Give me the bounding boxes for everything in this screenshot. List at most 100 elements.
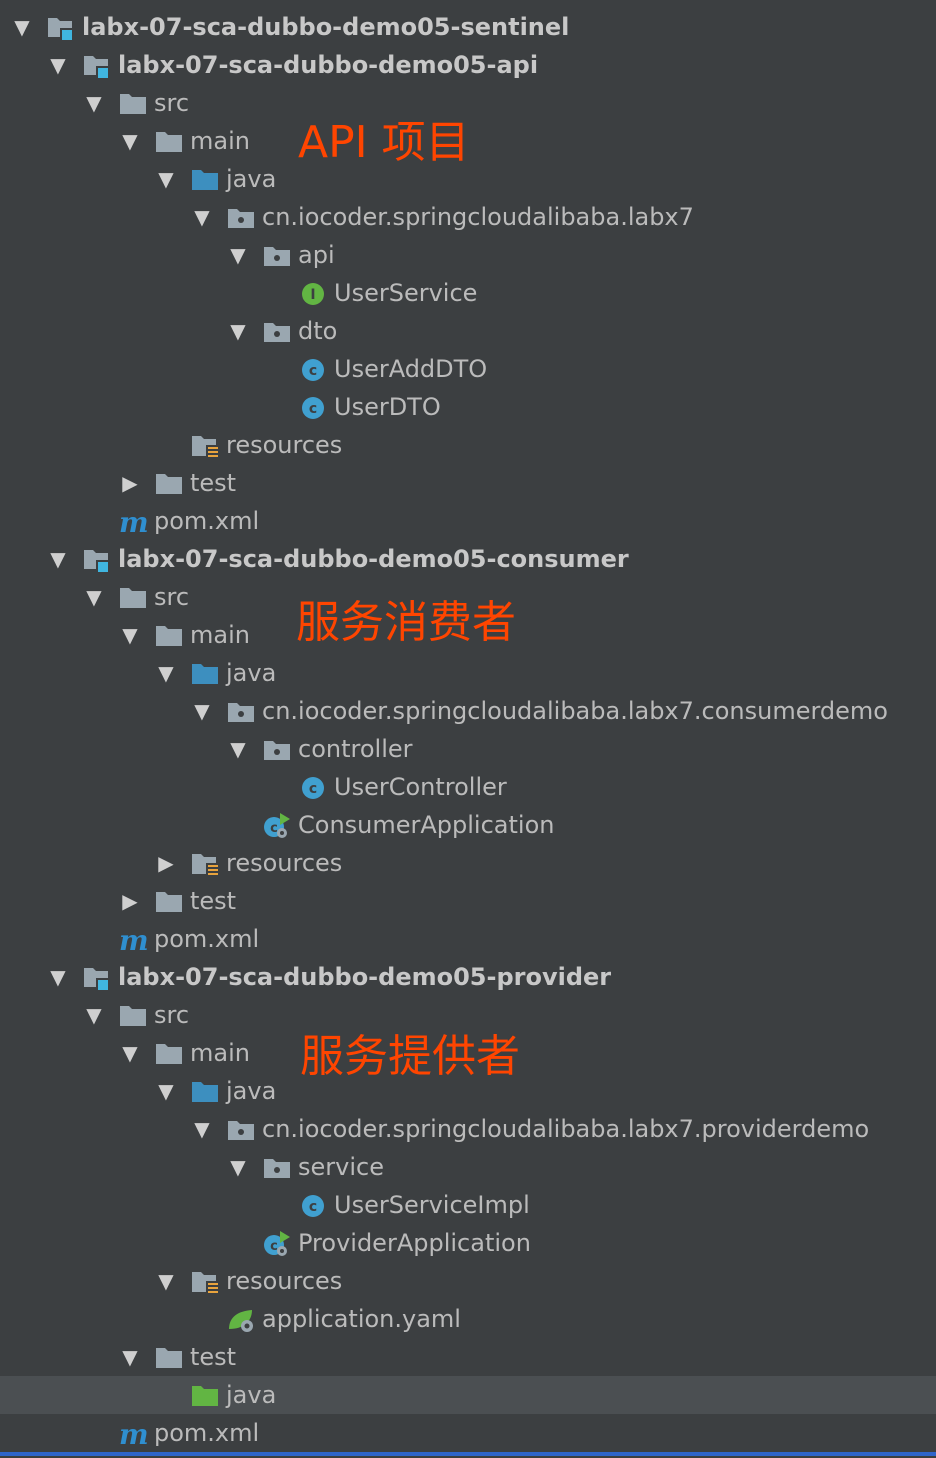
tree-row-test[interactable]: ▶ test	[0, 882, 936, 920]
tree-item-label: test	[190, 469, 237, 497]
tree-item-label: cn.iocoder.springcloudalibaba.labx7.cons…	[262, 697, 888, 725]
tree-row-test[interactable]: ▼ test	[0, 1338, 936, 1376]
spring-app-icon: c	[262, 1230, 292, 1256]
tree-item-label: cn.iocoder.springcloudalibaba.labx7.prov…	[262, 1115, 870, 1143]
tree-row-cn-iocoder-springcloudalibaba-labx7-providerdemo[interactable]: ▼ cn.iocoder.springcloudalibaba.labx7.pro…	[0, 1110, 936, 1148]
tree-row-resources[interactable]: resources	[0, 426, 936, 464]
package-icon	[262, 242, 292, 268]
expand-arrow-down-icon[interactable]: ▼	[156, 654, 176, 692]
folder-icon	[118, 90, 148, 116]
expand-arrow-down-icon[interactable]: ▼	[120, 122, 140, 160]
expand-arrow-right-icon[interactable]: ▶	[120, 882, 140, 920]
tree-row-resources[interactable]: ▼ resources	[0, 1262, 936, 1300]
expand-arrow-down-icon[interactable]: ▼	[48, 958, 68, 996]
tree-row-userservice[interactable]: I UserService	[0, 274, 936, 312]
tree-row-test[interactable]: ▶ test	[0, 464, 936, 502]
tree-item-label: main	[190, 621, 250, 649]
tree-item-label: main	[190, 127, 250, 155]
tree-row-providerapplication[interactable]: c ProviderApplication	[0, 1224, 936, 1262]
tree-row-cn-iocoder-springcloudalibaba-labx7[interactable]: ▼ cn.iocoder.springcloudalibaba.labx7	[0, 198, 936, 236]
folder-icon	[154, 1040, 184, 1066]
tree-row-consumerapplication[interactable]: c ConsumerApplication	[0, 806, 936, 844]
package-icon	[226, 204, 256, 230]
tree-row-cn-iocoder-springcloudalibaba-labx7-consumerdemo[interactable]: ▼ cn.iocoder.springcloudalibaba.labx7.con…	[0, 692, 936, 730]
package-icon	[226, 1116, 256, 1142]
tree-item-label: UserController	[334, 773, 507, 801]
svg-text:m: m	[119, 1421, 148, 1447]
resources-icon	[190, 850, 220, 876]
svg-text:I: I	[310, 287, 315, 303]
tree-row-dto[interactable]: ▼ dto	[0, 312, 936, 350]
expand-arrow-down-icon[interactable]: ▼	[228, 1148, 248, 1186]
expand-arrow-down-icon[interactable]: ▼	[228, 730, 248, 768]
tree-row-pom-xml[interactable]: m pom.xml	[0, 502, 936, 540]
expand-arrow-down-icon[interactable]: ▼	[48, 46, 68, 84]
tree-item-label: labx-07-sca-dubbo-demo05-sentinel	[82, 13, 570, 41]
tree-row-useradddto[interactable]: c UserAddDTO	[0, 350, 936, 388]
tree-row-service[interactable]: ▼ service	[0, 1148, 936, 1186]
expand-arrow-down-icon[interactable]: ▼	[48, 540, 68, 578]
tree-row-application-yaml[interactable]: application.yaml	[0, 1300, 936, 1338]
package-icon	[226, 698, 256, 724]
expand-arrow-down-icon[interactable]: ▼	[156, 1072, 176, 1110]
tree-row-labx-07-sca-dubbo-demo05-api[interactable]: ▼ labx-07-sca-dubbo-demo05-api	[0, 46, 936, 84]
expand-arrow-down-icon[interactable]: ▼	[228, 312, 248, 350]
folder-blue-icon	[190, 660, 220, 686]
folder-icon	[154, 470, 184, 496]
folder-icon	[154, 1344, 184, 1370]
project-tree: ▼ labx-07-sca-dubbo-demo05-sentinel ▼ labx-…	[0, 8, 936, 1452]
resources-icon	[190, 1268, 220, 1294]
tree-row-pom-xml[interactable]: m pom.xml	[0, 920, 936, 958]
tree-item-label: labx-07-sca-dubbo-demo05-consumer	[118, 545, 629, 573]
expand-arrow-down-icon[interactable]: ▼	[120, 1034, 140, 1072]
tree-row-api[interactable]: ▼ api	[0, 236, 936, 274]
tree-item-label: src	[154, 89, 190, 117]
expand-arrow-right-icon[interactable]: ▶	[156, 844, 176, 882]
expand-arrow-down-icon[interactable]: ▼	[192, 1110, 212, 1148]
tree-row-labx-07-sca-dubbo-demo05-consumer[interactable]: ▼ labx-07-sca-dubbo-demo05-consumer	[0, 540, 936, 578]
tree-row-userserviceimpl[interactable]: c UserServiceImpl	[0, 1186, 936, 1224]
tree-item-label: main	[190, 1039, 250, 1067]
tree-row-labx-07-sca-dubbo-demo05-provider[interactable]: ▼ labx-07-sca-dubbo-demo05-provider	[0, 958, 936, 996]
expand-arrow-right-icon[interactable]: ▶	[120, 464, 140, 502]
tree-row-resources[interactable]: ▶ resources	[0, 844, 936, 882]
tree-row-labx-07-sca-dubbo-demo05-sentinel[interactable]: ▼ labx-07-sca-dubbo-demo05-sentinel	[0, 8, 936, 46]
folder-icon	[118, 584, 148, 610]
tree-row-usercontroller[interactable]: c UserController	[0, 768, 936, 806]
package-icon	[262, 1154, 292, 1180]
annotation-api: API 项目	[298, 117, 470, 168]
tree-row-controller[interactable]: ▼ controller	[0, 730, 936, 768]
tree-item-label: test	[190, 1343, 237, 1371]
expand-arrow-down-icon[interactable]: ▼	[192, 198, 212, 236]
class-icon: c	[298, 394, 328, 420]
tree-item-label: dto	[298, 317, 338, 345]
expand-arrow-down-icon[interactable]: ▼	[120, 616, 140, 654]
folder-icon	[154, 888, 184, 914]
annotation-consumer: 服务消费者	[296, 597, 516, 648]
expand-arrow-down-icon[interactable]: ▼	[156, 160, 176, 198]
tree-row-pom-xml[interactable]: m pom.xml	[0, 1414, 936, 1452]
module-icon	[82, 52, 112, 78]
tree-item-label: src	[154, 1001, 190, 1029]
expand-arrow-down-icon[interactable]: ▼	[84, 84, 104, 122]
expand-arrow-down-icon[interactable]: ▼	[84, 578, 104, 616]
expand-arrow-down-icon[interactable]: ▼	[192, 692, 212, 730]
expand-arrow-down-icon[interactable]: ▼	[12, 8, 32, 46]
tree-item-label: java	[226, 1381, 277, 1409]
tree-item-label: UserService	[334, 279, 478, 307]
tree-item-label: UserServiceImpl	[334, 1191, 530, 1219]
spring-yaml-icon	[226, 1306, 256, 1332]
tree-item-label: ConsumerApplication	[298, 811, 555, 839]
tree-row-userdto[interactable]: c UserDTO	[0, 388, 936, 426]
expand-arrow-down-icon[interactable]: ▼	[156, 1262, 176, 1300]
tree-row-java[interactable]: java	[0, 1376, 936, 1414]
tree-item-label: service	[298, 1153, 384, 1181]
class-icon: c	[298, 1192, 328, 1218]
tree-item-label: controller	[298, 735, 413, 763]
maven-icon: m	[118, 924, 149, 957]
tree-row-java[interactable]: ▼ java	[0, 654, 936, 692]
expand-arrow-down-icon[interactable]: ▼	[120, 1338, 140, 1376]
class-icon: c	[298, 774, 328, 800]
expand-arrow-down-icon[interactable]: ▼	[228, 236, 248, 274]
expand-arrow-down-icon[interactable]: ▼	[84, 996, 104, 1034]
